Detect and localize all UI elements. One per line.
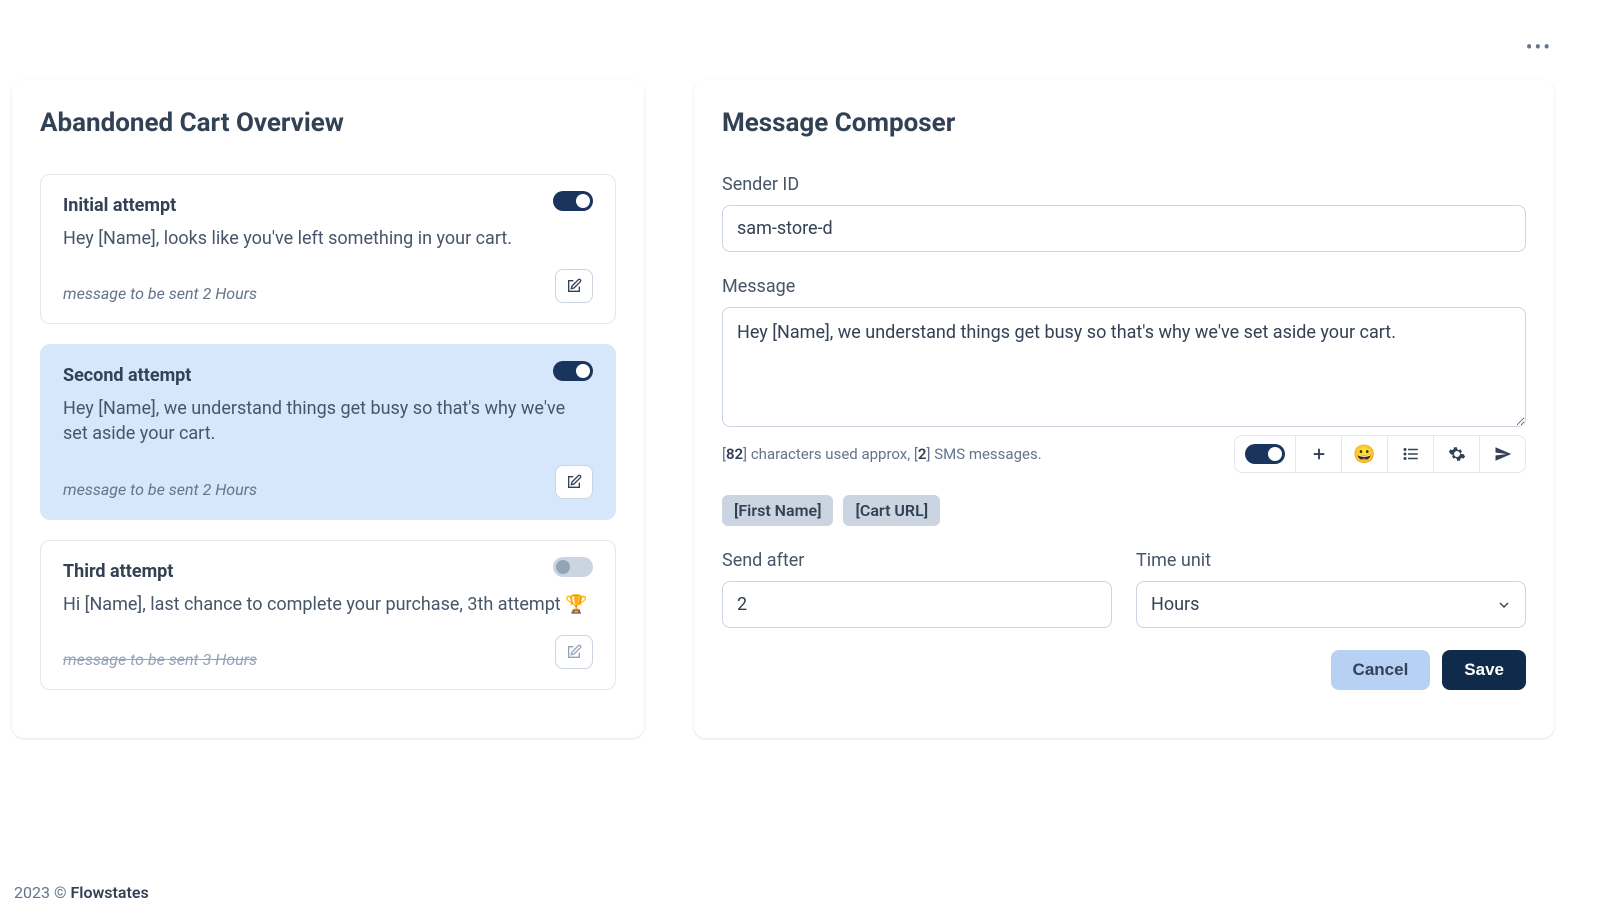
attempt-toggle[interactable] <box>553 557 593 577</box>
char-counter: [82] characters used approx, [2] SMS mes… <box>722 445 1042 463</box>
attempt-body: Hi [Name], last chance to complete your … <box>63 592 593 617</box>
attempt-meta: message to be sent 3 Hours <box>63 650 257 669</box>
attempt-toggle[interactable] <box>553 361 593 381</box>
sender-id-input[interactable] <box>722 205 1526 252</box>
composer-title: Message Composer <box>722 108 1526 138</box>
send-icon[interactable] <box>1479 436 1525 472</box>
add-icon[interactable] <box>1295 436 1341 472</box>
sender-id-label: Sender ID <box>722 174 1526 195</box>
attempt-card[interactable]: Initial attempt Hey [Name], looks like yo… <box>40 174 616 324</box>
send-after-label: Send after <box>722 550 1112 571</box>
attempt-body: Hey [Name], we understand things get bus… <box>63 396 593 446</box>
composer-toolbar: 😀 <box>1234 435 1526 473</box>
variable-chip[interactable]: [Cart URL] <box>843 495 940 526</box>
send-after-input[interactable] <box>722 581 1112 628</box>
attempt-title: Third attempt <box>63 561 593 582</box>
attempt-title: Second attempt <box>63 365 593 386</box>
attempt-meta: message to be sent 2 Hours <box>63 284 257 303</box>
edit-button[interactable] <box>555 269 593 303</box>
more-menu-icon[interactable]: ••• <box>1526 35 1552 59</box>
toolbar-toggle[interactable] <box>1245 444 1285 464</box>
save-button[interactable]: Save <box>1442 650 1526 690</box>
composer-panel: Message Composer Sender ID Message [82] … <box>694 80 1554 738</box>
attempt-card[interactable]: Third attempt Hi [Name], last chance to c… <box>40 540 616 690</box>
message-textarea[interactable] <box>722 307 1526 427</box>
attempt-card[interactable]: Second attempt Hey [Name], we understand … <box>40 344 616 519</box>
attempt-meta: message to be sent 2 Hours <box>63 480 257 499</box>
footer-copyright: 2023 © Flowstates <box>14 883 149 902</box>
overview-panel: Abandoned Cart Overview Initial attempt H… <box>12 80 644 738</box>
gear-icon[interactable] <box>1433 436 1479 472</box>
cancel-button[interactable]: Cancel <box>1331 650 1431 690</box>
message-label: Message <box>722 276 1526 297</box>
attempt-title: Initial attempt <box>63 195 593 216</box>
overview-title: Abandoned Cart Overview <box>40 108 616 138</box>
time-unit-label: Time unit <box>1136 550 1526 571</box>
attempt-toggle[interactable] <box>553 191 593 211</box>
edit-button[interactable] <box>555 465 593 499</box>
emoji-icon[interactable]: 😀 <box>1341 436 1387 472</box>
attempt-body: Hey [Name], looks like you've left somet… <box>63 226 593 251</box>
time-unit-select[interactable] <box>1136 581 1526 628</box>
variable-chip[interactable]: [First Name] <box>722 495 833 526</box>
list-icon[interactable] <box>1387 436 1433 472</box>
edit-button[interactable] <box>555 635 593 669</box>
